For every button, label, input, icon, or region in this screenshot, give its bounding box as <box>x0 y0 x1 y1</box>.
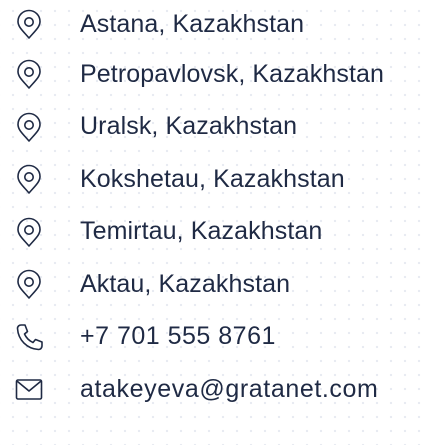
location-label: Temirtau, Kazakhstan <box>80 217 323 246</box>
location-pin-icon <box>0 7 80 41</box>
phone-icon <box>0 320 80 354</box>
location-item: Uralsk, Kazakhstan <box>0 101 424 154</box>
phone-number[interactable]: +7 701 555 8761 <box>80 324 276 349</box>
email-address[interactable]: atakeyeva@gratanet.com <box>80 376 378 402</box>
location-pin-icon <box>0 162 80 196</box>
email-item[interactable]: atakeyeva@gratanet.com <box>0 363 424 416</box>
contact-list: Astana, Kazakhstan Petropavlovsk, Kazakh… <box>0 0 424 416</box>
location-label: Aktau, Kazakhstan <box>80 269 291 298</box>
location-label: Uralsk, Kazakhstan <box>80 112 298 141</box>
location-label: Kokshetau, Kazakhstan <box>80 164 345 193</box>
location-label: Petropavlovsk, Kazakhstan <box>80 59 385 88</box>
location-item: Kokshetau, Kazakhstan <box>0 153 424 206</box>
envelope-icon <box>0 372 80 406</box>
location-label: Astana, Kazakhstan <box>80 9 305 38</box>
location-pin-icon <box>0 267 80 301</box>
location-pin-icon <box>0 110 80 144</box>
location-item: Petropavlovsk, Kazakhstan <box>0 48 424 101</box>
location-pin-icon <box>0 215 80 249</box>
location-pin-icon <box>0 57 80 91</box>
phone-item[interactable]: +7 701 555 8761 <box>0 311 424 364</box>
location-item: Aktau, Kazakhstan <box>0 258 424 311</box>
location-item: Astana, Kazakhstan <box>0 0 424 48</box>
location-item: Temirtau, Kazakhstan <box>0 206 424 259</box>
